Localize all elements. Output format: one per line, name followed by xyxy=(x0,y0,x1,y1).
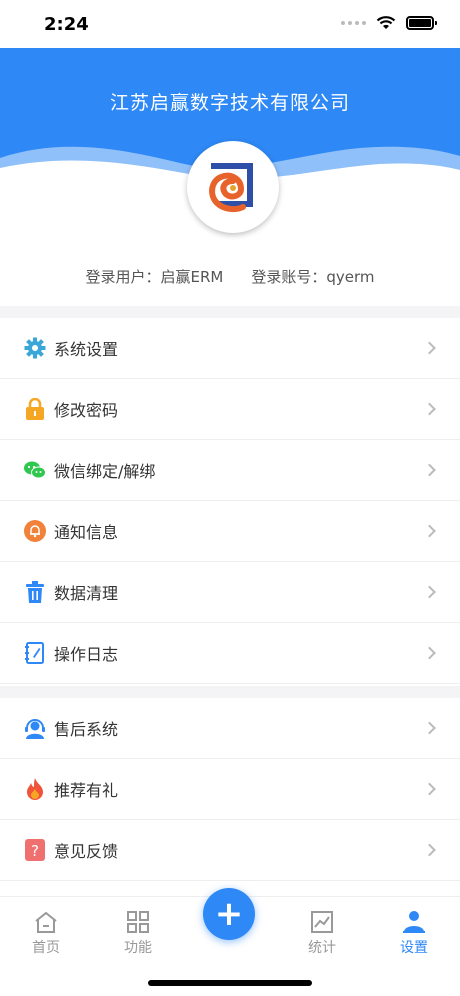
chevron-right-icon xyxy=(423,782,436,796)
grid-icon xyxy=(98,909,178,935)
chart-icon xyxy=(282,909,362,935)
chevron-right-icon xyxy=(423,843,436,857)
chevron-right-icon xyxy=(423,402,436,416)
chevron-right-icon xyxy=(423,646,436,660)
flame-icon xyxy=(24,778,46,800)
menu-label: 数据清理 xyxy=(54,584,119,603)
section-divider xyxy=(0,686,460,698)
menu-label: 意见反馈 xyxy=(54,842,119,861)
chevron-right-icon xyxy=(423,341,436,355)
menu-item-notifications[interactable]: 通知信息 xyxy=(0,501,460,562)
company-title: 江苏启赢数字技术有限公司 xyxy=(109,92,350,114)
battery-icon xyxy=(406,16,437,30)
user-info: 登录用户：启赢ERM 登录账号：qyerm xyxy=(0,266,460,287)
menu-label: 系统设置 xyxy=(54,340,119,359)
chevron-right-icon xyxy=(423,721,436,735)
home-icon xyxy=(6,909,86,935)
menu-label: 通知信息 xyxy=(54,523,119,542)
logo-mark-icon xyxy=(209,163,253,213)
menu-item-feedback[interactable]: ? 意见反馈 xyxy=(0,820,460,881)
tab-label: 功能 xyxy=(124,940,152,956)
menu-label: 修改密码 xyxy=(54,401,119,420)
menu-item-referral[interactable]: 推荐有礼 xyxy=(0,759,460,820)
menu-label: 微信绑定/解绑 xyxy=(54,462,156,481)
menu-item-wechat-binding[interactable]: 微信绑定/解绑 xyxy=(0,440,460,501)
chevron-right-icon xyxy=(423,524,436,538)
tab-functions[interactable]: 功能 xyxy=(98,909,178,957)
wechat-icon xyxy=(24,459,46,481)
tab-settings[interactable]: 设置 xyxy=(374,909,454,957)
menu-label: 售后系统 xyxy=(54,720,119,739)
trash-icon xyxy=(24,581,46,603)
wifi-icon xyxy=(376,16,396,29)
tab-label: 首页 xyxy=(32,940,60,956)
settings-menu-group-1: 系统设置 修改密码 微信绑定/解绑 通知信息 数据清理 操作日志 xyxy=(0,318,460,684)
menu-item-after-sales[interactable]: 售后系统 xyxy=(0,698,460,759)
chevron-right-icon xyxy=(423,463,436,477)
section-divider xyxy=(0,306,460,318)
bell-icon xyxy=(24,520,46,542)
tab-label: 设置 xyxy=(400,940,428,956)
status-bar: 2:24 xyxy=(0,0,460,48)
login-user: 登录用户：启赢ERM xyxy=(85,268,224,286)
tab-home[interactable]: 首页 xyxy=(6,909,86,957)
settings-menu-group-2: 售后系统 推荐有礼 ? 意见反馈 xyxy=(0,698,460,881)
headset-icon xyxy=(24,717,46,739)
menu-item-change-password[interactable]: 修改密码 xyxy=(0,379,460,440)
user-icon xyxy=(374,909,454,935)
tab-label: 统计 xyxy=(308,940,336,956)
chevron-right-icon xyxy=(423,585,436,599)
status-icons xyxy=(341,16,437,30)
menu-item-operation-log[interactable]: 操作日志 xyxy=(0,623,460,684)
login-account: 登录账号：qyerm xyxy=(251,268,375,286)
menu-label: 操作日志 xyxy=(54,645,119,664)
tab-statistics[interactable]: 统计 xyxy=(282,909,362,957)
svg-text:?: ? xyxy=(31,842,39,860)
menu-label: 推荐有礼 xyxy=(54,781,119,800)
menu-item-system-settings[interactable]: 系统设置 xyxy=(0,318,460,379)
home-indicator xyxy=(148,980,312,986)
status-time: 2:24 xyxy=(44,14,89,35)
company-logo xyxy=(187,141,279,233)
add-button[interactable]: + xyxy=(203,888,255,940)
log-book-icon xyxy=(24,642,46,664)
signal-icon xyxy=(341,21,366,25)
lock-icon xyxy=(24,398,46,420)
feedback-icon: ? xyxy=(24,839,46,861)
menu-item-data-cleanup[interactable]: 数据清理 xyxy=(0,562,460,623)
gear-icon xyxy=(24,337,46,359)
